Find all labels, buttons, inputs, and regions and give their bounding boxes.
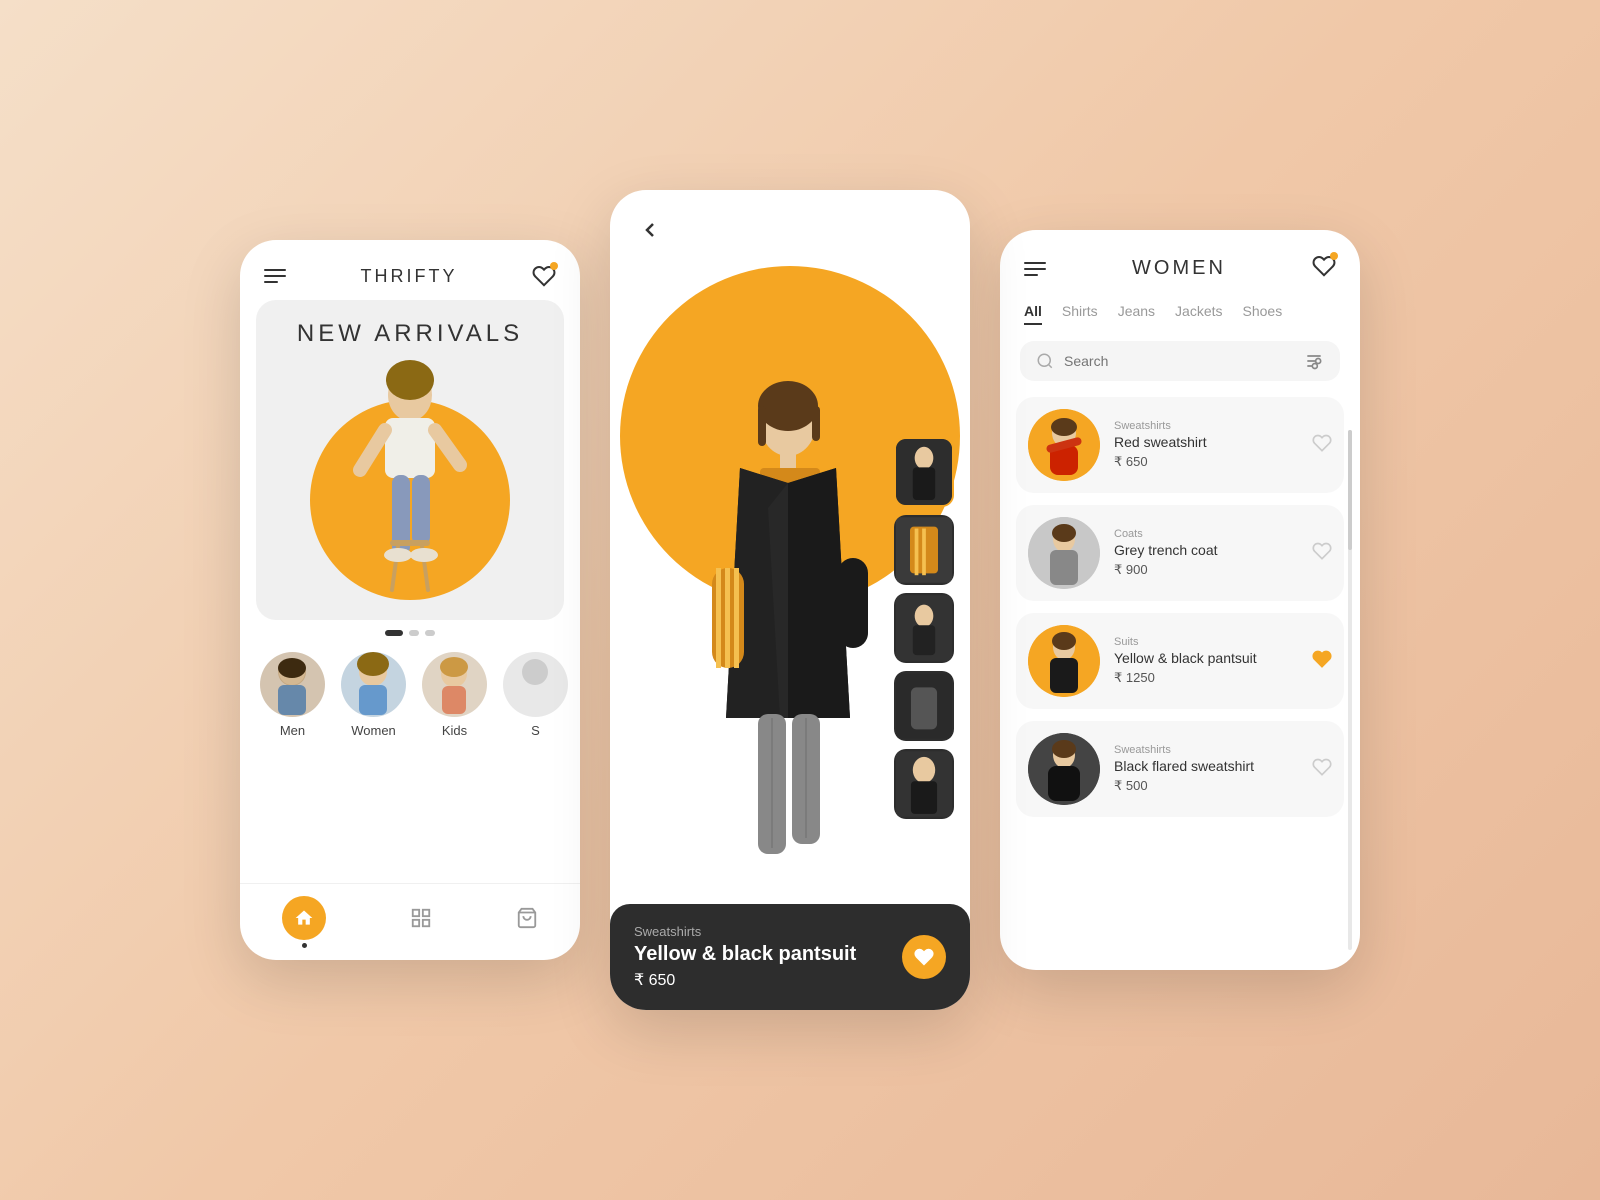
product-info-1: Sweatshirts Red sweatshirt ₹ 650	[1114, 420, 1298, 470]
search-icon	[1036, 352, 1054, 370]
scrollbar-track	[1348, 430, 1352, 950]
screen-detail: Sweatshirts Yellow & black pantsuit ₹ 65…	[610, 190, 970, 1010]
search-bar	[1020, 341, 1340, 381]
thumbnail-4[interactable]	[894, 671, 954, 741]
app-title: THRIFTY	[361, 266, 458, 287]
detail-product-price: ₹ 650	[634, 970, 856, 990]
product-card-4[interactable]: Sweatshirts Black flared sweatshirt ₹ 50…	[1016, 721, 1344, 817]
detail-main-image	[610, 246, 970, 1010]
detail-header	[610, 190, 970, 246]
back-button[interactable]	[634, 214, 666, 246]
screens-container: THRIFTY NEW ARRIVALS	[240, 190, 1360, 1010]
category-avatar-women	[341, 652, 406, 717]
category-label-more: S	[531, 723, 540, 738]
tab-shoes[interactable]: Shoes	[1243, 303, 1283, 325]
category-kids[interactable]: Kids	[422, 652, 487, 738]
product-name-3: Yellow & black pantsuit	[1114, 650, 1298, 666]
screen-list: WOMEN All Shirts Jeans Jackets Shoes	[1000, 230, 1360, 970]
category-label-women: Women	[351, 723, 396, 738]
list-title: WOMEN	[1132, 257, 1226, 280]
home-nav-icon	[282, 896, 326, 940]
category-men[interactable]: Men	[260, 652, 325, 738]
filter-tabs: All Shirts Jeans Jackets Shoes	[1000, 295, 1360, 341]
thumbnail-5[interactable]	[894, 749, 954, 819]
hero-dots	[240, 630, 580, 636]
category-label-kids: Kids	[442, 723, 467, 738]
product-category-4: Sweatshirts	[1114, 744, 1298, 756]
product-info-3: Suits Yellow & black pantsuit ₹ 1250	[1114, 636, 1298, 686]
home-header: THRIFTY	[240, 240, 580, 300]
thumbnail-1[interactable]	[894, 437, 954, 507]
list-header: WOMEN	[1000, 230, 1360, 295]
thumbnail-3[interactable]	[894, 593, 954, 663]
product-price-3: ₹ 1250	[1114, 670, 1298, 686]
hero-dot-1[interactable]	[385, 630, 403, 636]
nav-grid[interactable]	[410, 907, 432, 929]
product-info-4: Sweatshirts Black flared sweatshirt ₹ 50…	[1114, 744, 1298, 794]
tab-jeans[interactable]: Jeans	[1118, 303, 1155, 325]
list-heart-icon[interactable]	[1312, 254, 1336, 283]
product-name-1: Red sweatshirt	[1114, 434, 1298, 450]
category-avatar-kids	[422, 652, 487, 717]
category-avatar-men	[260, 652, 325, 717]
product-price-2: ₹ 900	[1114, 562, 1298, 578]
hero-person-figure	[320, 340, 500, 620]
nav-home[interactable]	[282, 896, 326, 940]
nav-bag[interactable]	[516, 907, 538, 929]
product-avatar-2	[1028, 517, 1100, 589]
thumbnail-strip	[894, 437, 954, 819]
product-card-2[interactable]: Coats Grey trench coat ₹ 900	[1016, 505, 1344, 601]
tab-all[interactable]: All	[1024, 303, 1042, 325]
categories-row: Men Women	[240, 644, 580, 746]
product-category-2: Coats	[1114, 528, 1298, 540]
product-heart-1[interactable]	[1312, 433, 1332, 458]
notification-dot	[550, 262, 558, 270]
category-label-men: Men	[280, 723, 305, 738]
detail-heart-button[interactable]	[902, 935, 946, 979]
product-avatar-3	[1028, 625, 1100, 697]
category-avatar-more	[503, 652, 568, 717]
tab-shirts[interactable]: Shirts	[1062, 303, 1098, 325]
list-notification-dot	[1330, 252, 1338, 260]
product-category-3: Suits	[1114, 636, 1298, 648]
menu-icon[interactable]	[264, 269, 286, 283]
bottom-nav	[240, 883, 580, 960]
product-category-1: Sweatshirts	[1114, 420, 1298, 432]
tab-jackets[interactable]: Jackets	[1175, 303, 1222, 325]
product-price-4: ₹ 500	[1114, 778, 1298, 794]
product-name-2: Grey trench coat	[1114, 542, 1298, 558]
thumbnail-2[interactable]	[894, 515, 954, 585]
product-heart-3[interactable]	[1312, 649, 1332, 674]
detail-product-info: Sweatshirts Yellow & black pantsuit ₹ 65…	[634, 924, 856, 990]
product-info-2: Coats Grey trench coat ₹ 900	[1114, 528, 1298, 578]
category-more[interactable]: S	[503, 652, 568, 738]
list-menu-icon[interactable]	[1024, 262, 1046, 276]
hero-dot-2[interactable]	[409, 630, 419, 636]
home-heart-icon[interactable]	[532, 264, 556, 288]
category-women[interactable]: Women	[341, 652, 406, 738]
product-heart-4[interactable]	[1312, 757, 1332, 782]
product-price-1: ₹ 650	[1114, 454, 1298, 470]
product-heart-2[interactable]	[1312, 541, 1332, 566]
product-avatar-4	[1028, 733, 1100, 805]
product-card-3[interactable]: Suits Yellow & black pantsuit ₹ 1250	[1016, 613, 1344, 709]
product-list: Sweatshirts Red sweatshirt ₹ 650	[1000, 397, 1360, 970]
search-input[interactable]	[1064, 353, 1294, 369]
product-card-1[interactable]: Sweatshirts Red sweatshirt ₹ 650	[1016, 397, 1344, 493]
screen-home: THRIFTY NEW ARRIVALS	[240, 240, 580, 960]
detail-product-name: Yellow & black pantsuit	[634, 943, 856, 966]
hero-banner: NEW ARRIVALS	[256, 300, 564, 620]
product-name-4: Black flared sweatshirt	[1114, 758, 1298, 774]
hero-dot-3[interactable]	[425, 630, 435, 636]
nav-active-indicator	[302, 943, 307, 948]
detail-info-card: Sweatshirts Yellow & black pantsuit ₹ 65…	[610, 904, 970, 1010]
filter-button[interactable]	[1304, 351, 1324, 371]
detail-category: Sweatshirts	[634, 924, 856, 939]
scrollbar-thumb[interactable]	[1348, 430, 1352, 550]
product-avatar-1	[1028, 409, 1100, 481]
